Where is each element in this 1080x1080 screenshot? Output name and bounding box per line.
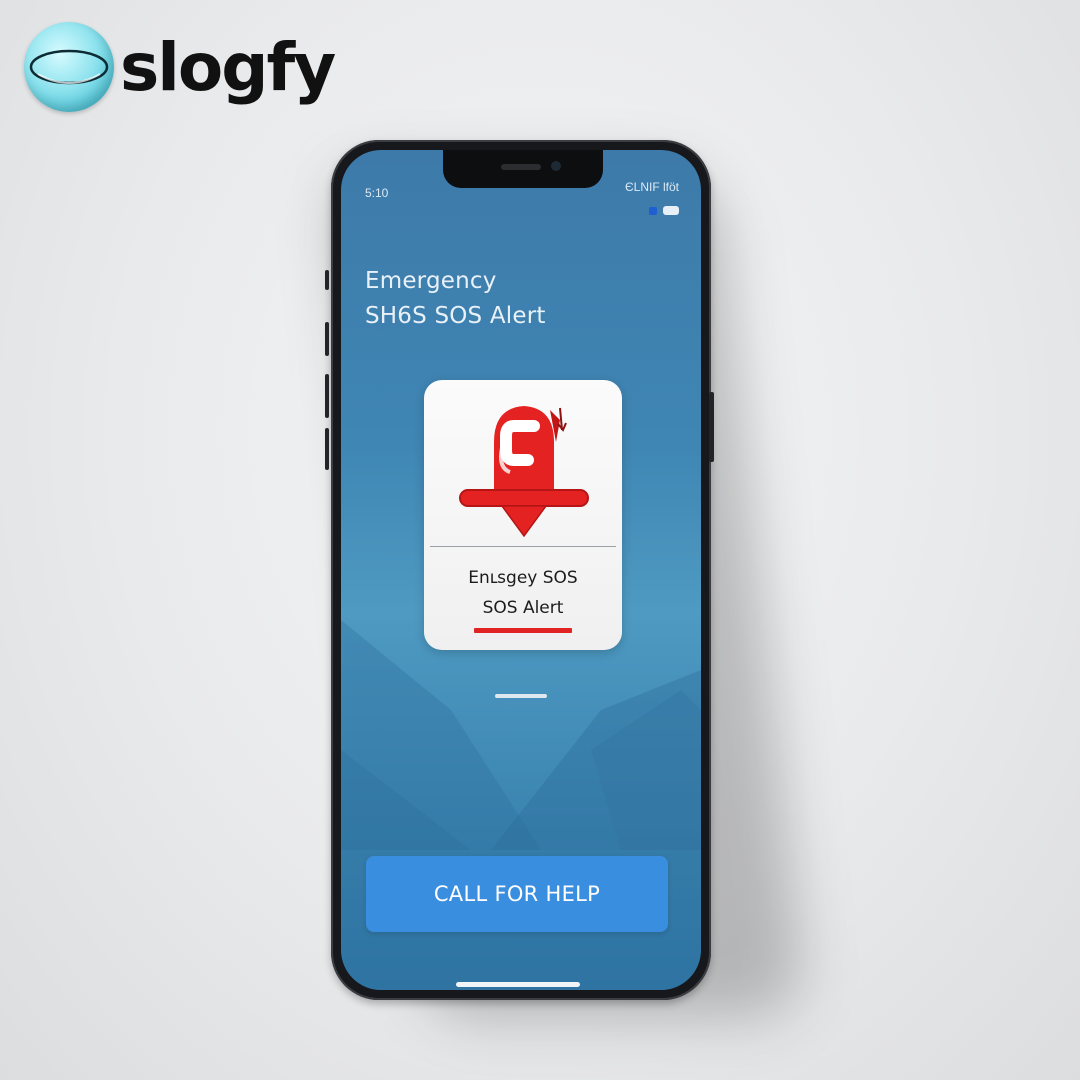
phone-volume-up-button [325,322,329,356]
home-indicator[interactable] [456,982,580,987]
phone-action-button [325,270,329,290]
status-time: 5:10 [365,186,389,200]
brand-wordmark: slogfy [120,29,336,106]
phone-silent-button [325,428,329,470]
status-carrier: ЄLNIF lföt [625,180,679,194]
card-divider [430,546,616,547]
phone-screen: 5:10 ЄLNIF lföt Emergency SH6S SOS Alert… [341,150,701,990]
phone-power-button [709,392,714,462]
card-red-underline [474,628,572,633]
signal-icon [649,207,657,215]
status-icons [649,205,683,217]
brand-logo: slogfy [24,22,336,114]
screen-title-line-1: Emergency [365,268,497,294]
front-camera [551,161,561,171]
phone-device: 5:10 ЄLNIF lföt Emergency SH6S SOS Alert… [325,140,714,1000]
red-alert-bell-icon [459,406,589,538]
sos-alert-card[interactable]: Enւsgey SOS SOS Alert [424,380,622,650]
card-text-line-1: Enւsgey SOS [468,568,578,588]
brand-badge-icon [24,22,114,112]
notch [443,150,603,188]
call-for-help-button[interactable]: CALL FOR HELP [366,856,668,932]
card-text-line-2: SOS Alert [482,598,564,618]
screen-title-line-2: SH6S SOS Alert [365,303,546,329]
speaker-grille [501,164,541,170]
battery-icon [663,206,679,215]
page-indicator [495,694,547,698]
phone-volume-down-button [325,374,329,418]
